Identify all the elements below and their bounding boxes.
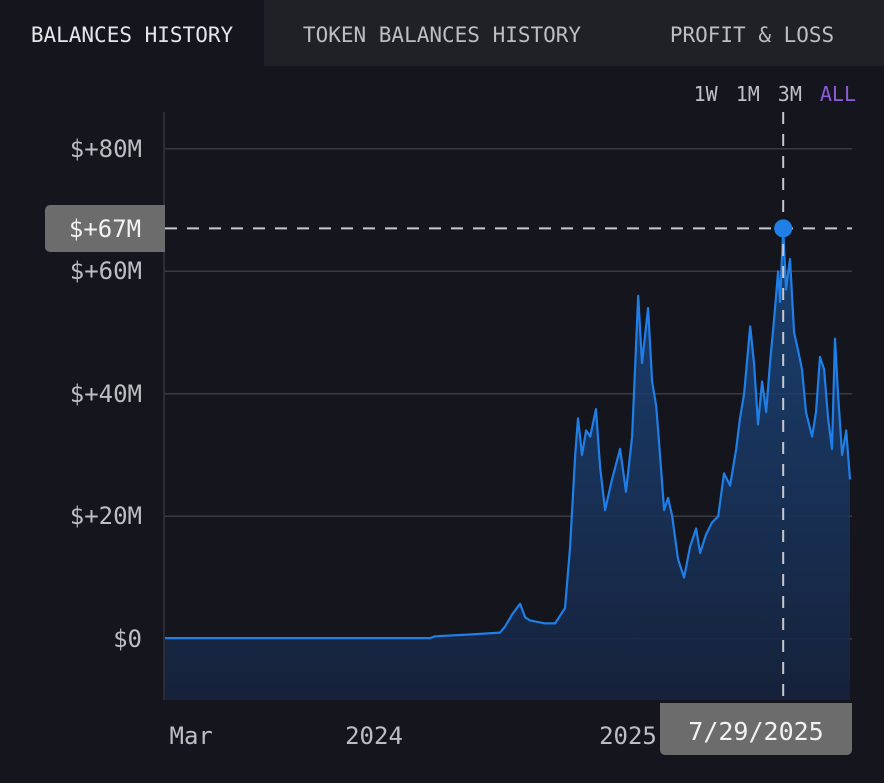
y-tick-label: $0	[113, 624, 142, 653]
y-tick-label: $+20M	[69, 502, 142, 531]
x-tick-label: Mar	[169, 722, 213, 750]
crosshair-value-label: $+67M	[45, 205, 165, 252]
x-tick-label: 2025	[599, 722, 657, 750]
crosshair-point	[774, 219, 793, 238]
y-tick-label: $+60M	[69, 257, 142, 286]
y-tick-label: $+80M	[69, 134, 142, 163]
x-tick-label: 2024	[345, 722, 403, 750]
crosshair-date-label: 7/29/2025	[660, 703, 852, 755]
balance-area	[165, 228, 850, 700]
y-tick-label: $+40M	[69, 379, 142, 408]
